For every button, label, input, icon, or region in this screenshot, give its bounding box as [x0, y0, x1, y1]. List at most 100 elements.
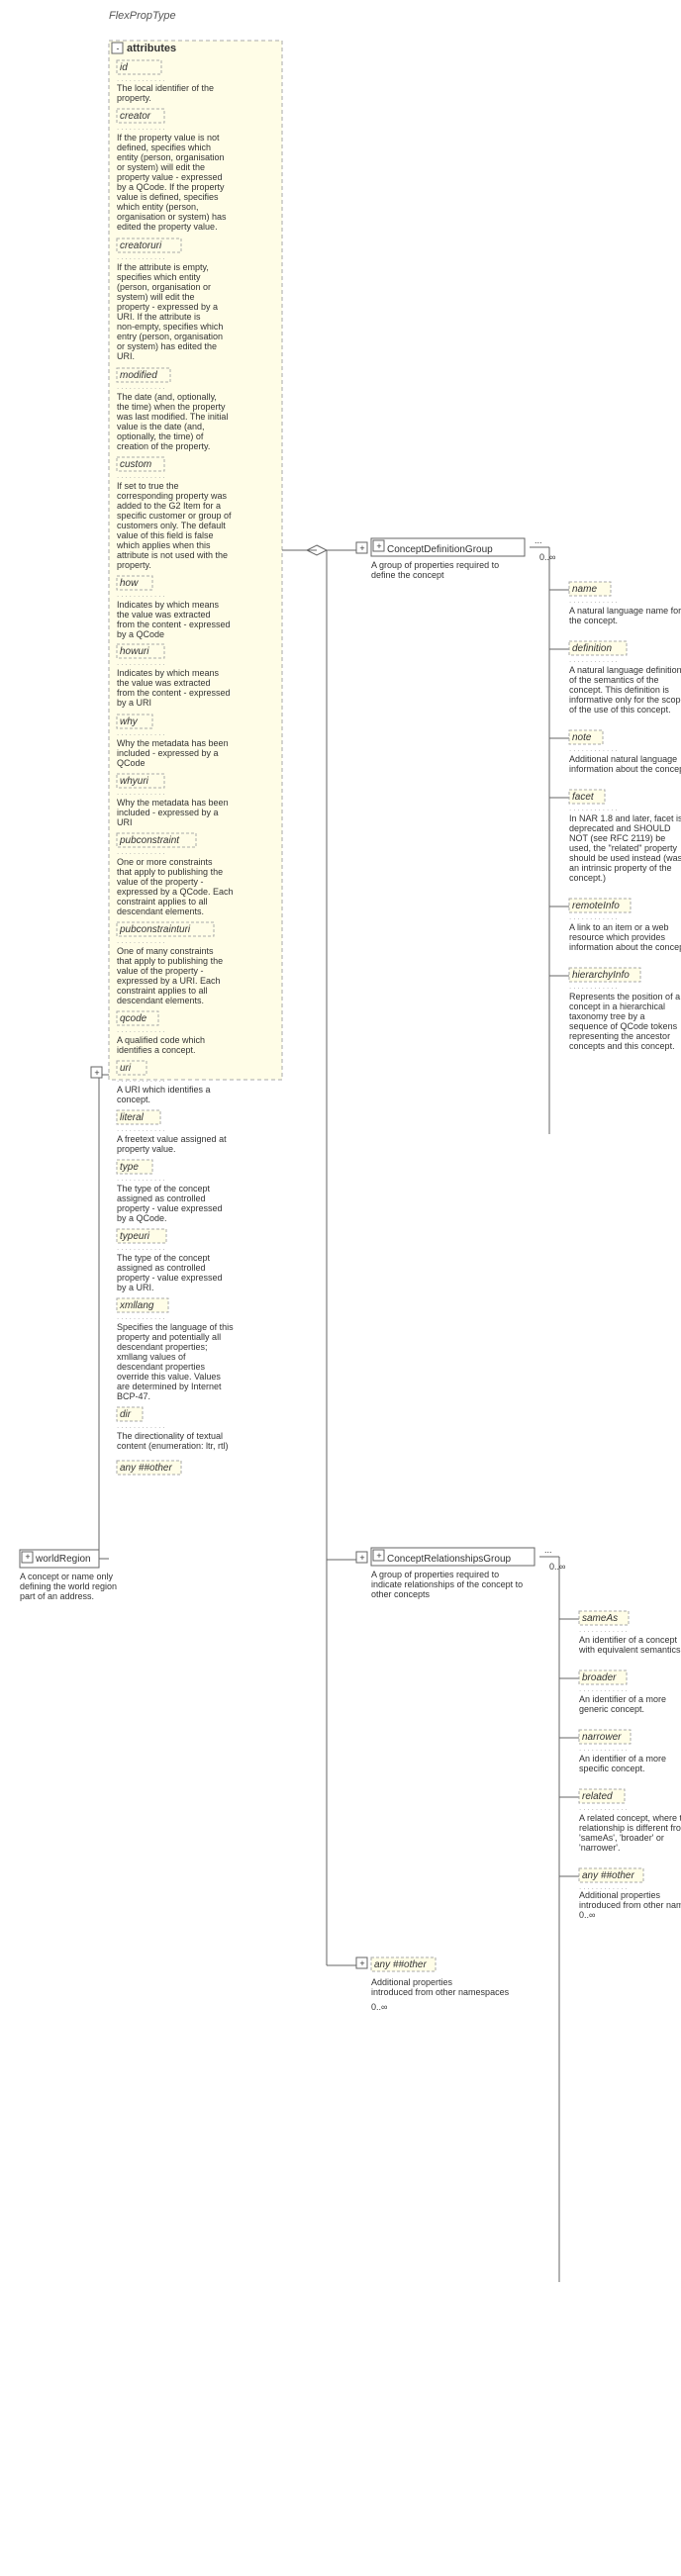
svg-text:...: ...: [544, 1545, 552, 1555]
svg-text:identifies a concept.: identifies a concept.: [117, 1045, 196, 1055]
svg-text:taxonomy tree by a: taxonomy tree by a: [569, 1011, 645, 1021]
svg-text:override this value. Values: override this value. Values: [117, 1372, 221, 1382]
concept-rel-expand[interactable]: +: [376, 1551, 381, 1561]
svg-text:............: ............: [569, 744, 620, 753]
svg-text:the time) when the property: the time) when the property: [117, 402, 226, 412]
concept-relationships-group-label: ConceptRelationshipsGroup: [387, 1554, 512, 1565]
svg-text:generic concept.: generic concept.: [579, 1704, 644, 1714]
svg-text:of the use of this concept.: of the use of this concept.: [569, 705, 671, 715]
attr-typeuri-name: typeuri: [120, 1231, 150, 1242]
svg-text:............: ............: [579, 1684, 630, 1693]
svg-text:entity (person, organisation: entity (person, organisation: [117, 152, 225, 162]
svg-text:edited the property value.: edited the property value.: [117, 222, 218, 232]
svg-text:property value - expressed: property value - expressed: [117, 172, 223, 182]
svg-text:descendant elements.: descendant elements.: [117, 996, 204, 1005]
svg-text:Why the metadata has been: Why the metadata has been: [117, 798, 229, 808]
svg-text:............: ............: [579, 1625, 630, 1634]
svg-text:............: ............: [569, 982, 620, 991]
svg-text:by a QCode.: by a QCode.: [117, 1213, 167, 1223]
svg-text:One of many constraints: One of many constraints: [117, 946, 214, 956]
svg-text:specific customer or group of: specific customer or group of: [117, 511, 232, 521]
elem-sameas-name: sameAs: [582, 1613, 618, 1624]
svg-text:'narrower'.: 'narrower'.: [579, 1843, 620, 1853]
svg-text:URI: URI: [117, 817, 133, 827]
svg-text:part of an address.: part of an address.: [20, 1591, 94, 1601]
svg-text:by a QCode. If the property: by a QCode. If the property: [117, 182, 225, 192]
svg-text:Indicates by which means: Indicates by which means: [117, 600, 220, 610]
svg-text:creation of the property.: creation of the property.: [117, 441, 210, 451]
elem-remoteinfo-name: remoteInfo: [572, 901, 620, 911]
world-region-expand[interactable]: +: [25, 1552, 30, 1562]
svg-text:The directionality of textual: The directionality of textual: [117, 1431, 223, 1441]
svg-text:from the content - expressed: from the content - expressed: [117, 688, 231, 698]
attr-id-desc: The local identifier of the: [117, 83, 214, 93]
svg-text:descendant properties: descendant properties: [117, 1362, 206, 1372]
svg-text:resource which provides: resource which provides: [569, 932, 666, 942]
svg-text:An identifier of a more: An identifier of a more: [579, 1754, 666, 1764]
svg-text:If set to true the: If set to true the: [117, 481, 179, 491]
svg-text:............: ............: [117, 1174, 167, 1183]
svg-text:A link to an item or a web: A link to an item or a web: [569, 922, 669, 932]
svg-text:An identifier of a concept: An identifier of a concept: [579, 1635, 678, 1645]
svg-text:............: ............: [569, 596, 620, 605]
svg-text:constraint applies to all: constraint applies to all: [117, 986, 208, 996]
svg-text:define the concept: define the concept: [371, 570, 444, 580]
svg-text:by a URI: by a URI: [117, 698, 151, 708]
svg-text:............: ............: [117, 590, 167, 599]
svg-text:are determined by Internet: are determined by Internet: [117, 1382, 222, 1391]
attr-modified-name: modified: [120, 370, 157, 381]
svg-text:that apply to publishing the: that apply to publishing the: [117, 956, 223, 966]
main-expand-icon[interactable]: +: [94, 1068, 99, 1078]
attr-pubconstraint-name: pubconstraint: [119, 835, 180, 846]
svg-text:Specifies the language of this: Specifies the language of this: [117, 1322, 234, 1332]
svg-text:URI. If the attribute is: URI. If the attribute is: [117, 312, 201, 322]
svg-text:from the content - expressed: from the content - expressed: [117, 620, 231, 629]
svg-text:customers only. The default: customers only. The default: [117, 521, 226, 530]
svg-text:BCP-47.: BCP-47.: [117, 1391, 150, 1401]
svg-text:representing the ancestor: representing the ancestor: [569, 1031, 670, 1041]
svg-text:NOT (see RFC 2119) be: NOT (see RFC 2119) be: [569, 833, 665, 843]
svg-text:............: ............: [569, 804, 620, 812]
svg-text:with equivalent semantics.: with equivalent semantics.: [578, 1645, 681, 1655]
svg-text:information about the concept.: information about the concept.: [569, 764, 681, 774]
elem-narrower-name: narrower: [582, 1732, 622, 1743]
svg-text:value is defined, specifies: value is defined, specifies: [117, 192, 219, 202]
svg-text:concepts and this concept.: concepts and this concept.: [569, 1041, 675, 1051]
svg-text:Additional properties: Additional properties: [579, 1890, 661, 1900]
svg-text:other concepts: other concepts: [371, 1589, 431, 1599]
attr-type-name: type: [120, 1162, 139, 1173]
svg-text:+[interactable]: +: [359, 1553, 364, 1563]
svg-text:............: ............: [117, 1075, 167, 1084]
svg-text:descendant properties;: descendant properties;: [117, 1342, 208, 1352]
svg-text:............: ............: [117, 1312, 167, 1321]
expand-icon[interactable]: -: [117, 44, 120, 53]
svg-text:by a QCode: by a QCode: [117, 629, 164, 639]
concept-def-expand[interactable]: +: [376, 541, 381, 551]
attr-howuri-name: howuri: [120, 646, 149, 657]
svg-text:information about the concept.: information about the concept.: [569, 942, 681, 952]
attr-xmllang-name: xmllang: [119, 1300, 154, 1311]
svg-text:deprecated and SHOULD: deprecated and SHOULD: [569, 823, 671, 833]
svg-text:+[interactable]: +: [359, 543, 364, 553]
svg-text:attribute is not used with the: attribute is not used with the: [117, 550, 228, 560]
svg-text:Additional properties: Additional properties: [371, 1977, 453, 1987]
svg-text:............: ............: [579, 1744, 630, 1753]
svg-text:+[interactable]: +: [359, 1958, 364, 1968]
svg-text:A natural language definition: A natural language definition: [569, 665, 681, 675]
svg-text:............: ............: [117, 788, 167, 797]
svg-text:In NAR 1.8 and later, facet is: In NAR 1.8 and later, facet is: [569, 813, 681, 823]
svg-text:The type of the concept: The type of the concept: [117, 1253, 211, 1263]
any-other-attr-label: any ##other: [120, 1463, 172, 1474]
any-other-rel-label: any ##other: [582, 1870, 634, 1881]
svg-text:property.: property.: [117, 93, 151, 103]
svg-text:............: ............: [117, 1421, 167, 1430]
svg-text:0..∞: 0..∞: [579, 1910, 595, 1920]
svg-text:descendant elements.: descendant elements.: [117, 906, 204, 916]
svg-text:specific concept.: specific concept.: [579, 1764, 645, 1773]
any-other-bottom-label: any ##other: [374, 1959, 427, 1970]
svg-text:included - expressed by a: included - expressed by a: [117, 748, 219, 758]
svg-text:............: ............: [569, 655, 620, 664]
svg-text:If the attribute is empty,: If the attribute is empty,: [117, 262, 209, 272]
attr-id-dots: ............: [117, 74, 167, 83]
svg-text:the value was extracted: the value was extracted: [117, 610, 211, 620]
